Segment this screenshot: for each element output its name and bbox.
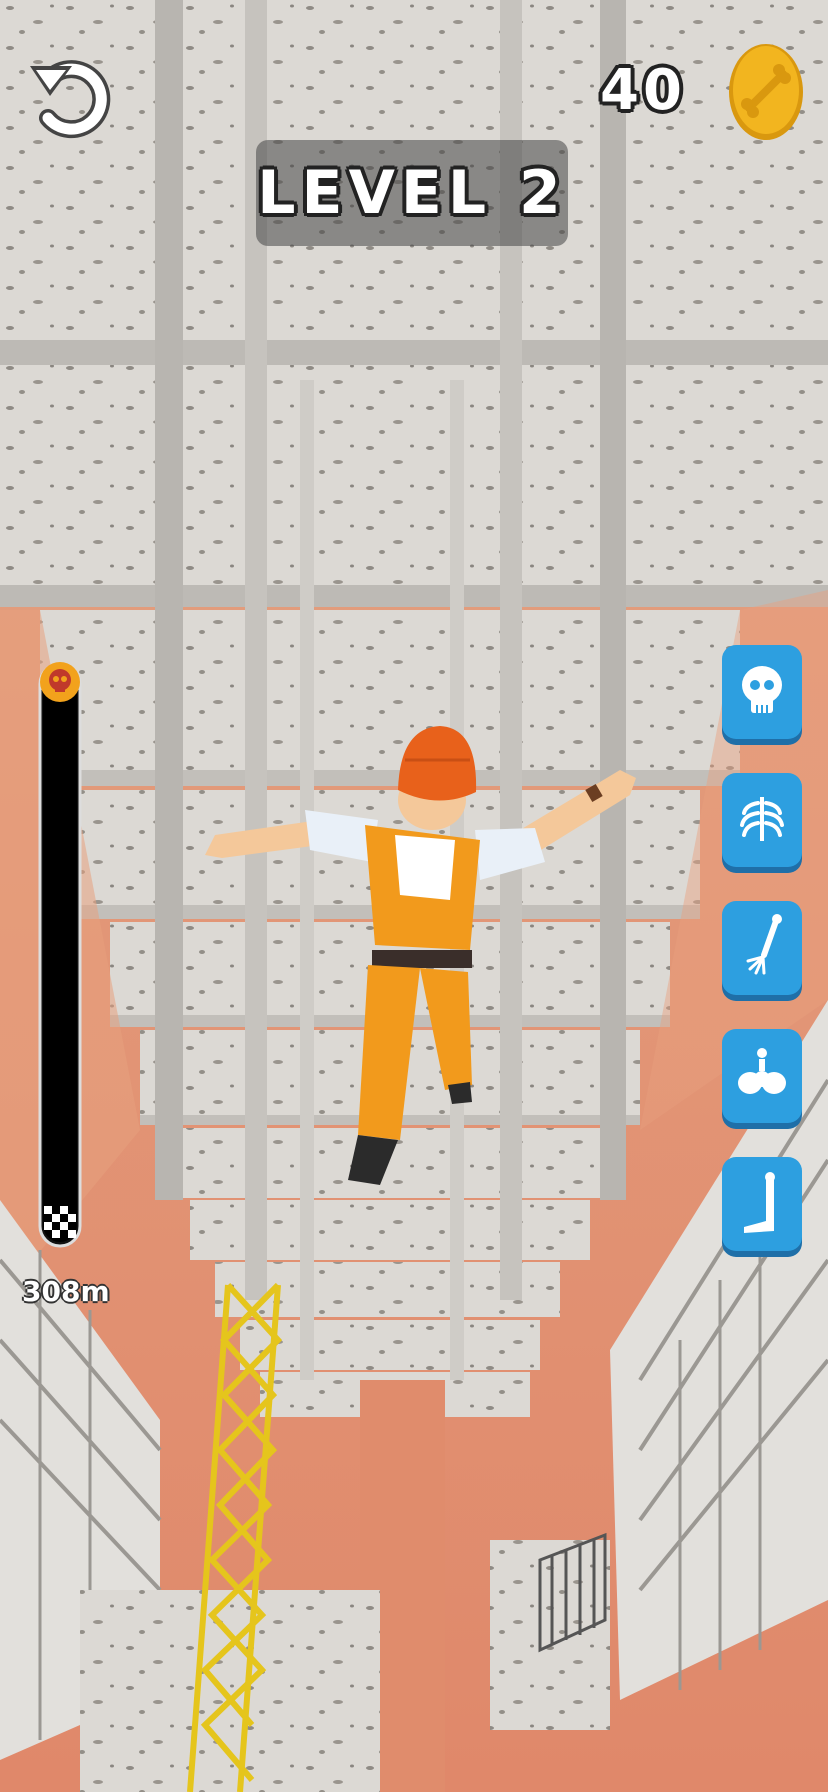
skull-button[interactable] xyxy=(720,643,804,747)
level-banner: LEVEL 2 xyxy=(256,140,568,246)
arm-bone-icon xyxy=(722,901,802,1001)
ribcage-icon xyxy=(722,773,802,873)
restart-button[interactable] xyxy=(28,38,114,148)
coin-icon xyxy=(727,42,805,142)
leg-bone-button[interactable] xyxy=(720,1155,804,1259)
restart-icon xyxy=(30,60,111,139)
skull-marker-icon xyxy=(40,662,80,702)
game-scene xyxy=(0,0,828,1792)
ribcage-button[interactable] xyxy=(720,771,804,875)
pelvis-icon xyxy=(722,1029,802,1129)
level-label: LEVEL 2 xyxy=(257,158,567,228)
arm-bone-button[interactable] xyxy=(720,899,804,1003)
coin-count: 40 xyxy=(600,58,686,123)
leg-bone-icon xyxy=(722,1157,802,1257)
depth-progress-bar xyxy=(36,656,84,1250)
skull-icon xyxy=(722,645,802,745)
distance-readout: 308m xyxy=(22,1275,110,1308)
pelvis-button[interactable] xyxy=(720,1027,804,1131)
